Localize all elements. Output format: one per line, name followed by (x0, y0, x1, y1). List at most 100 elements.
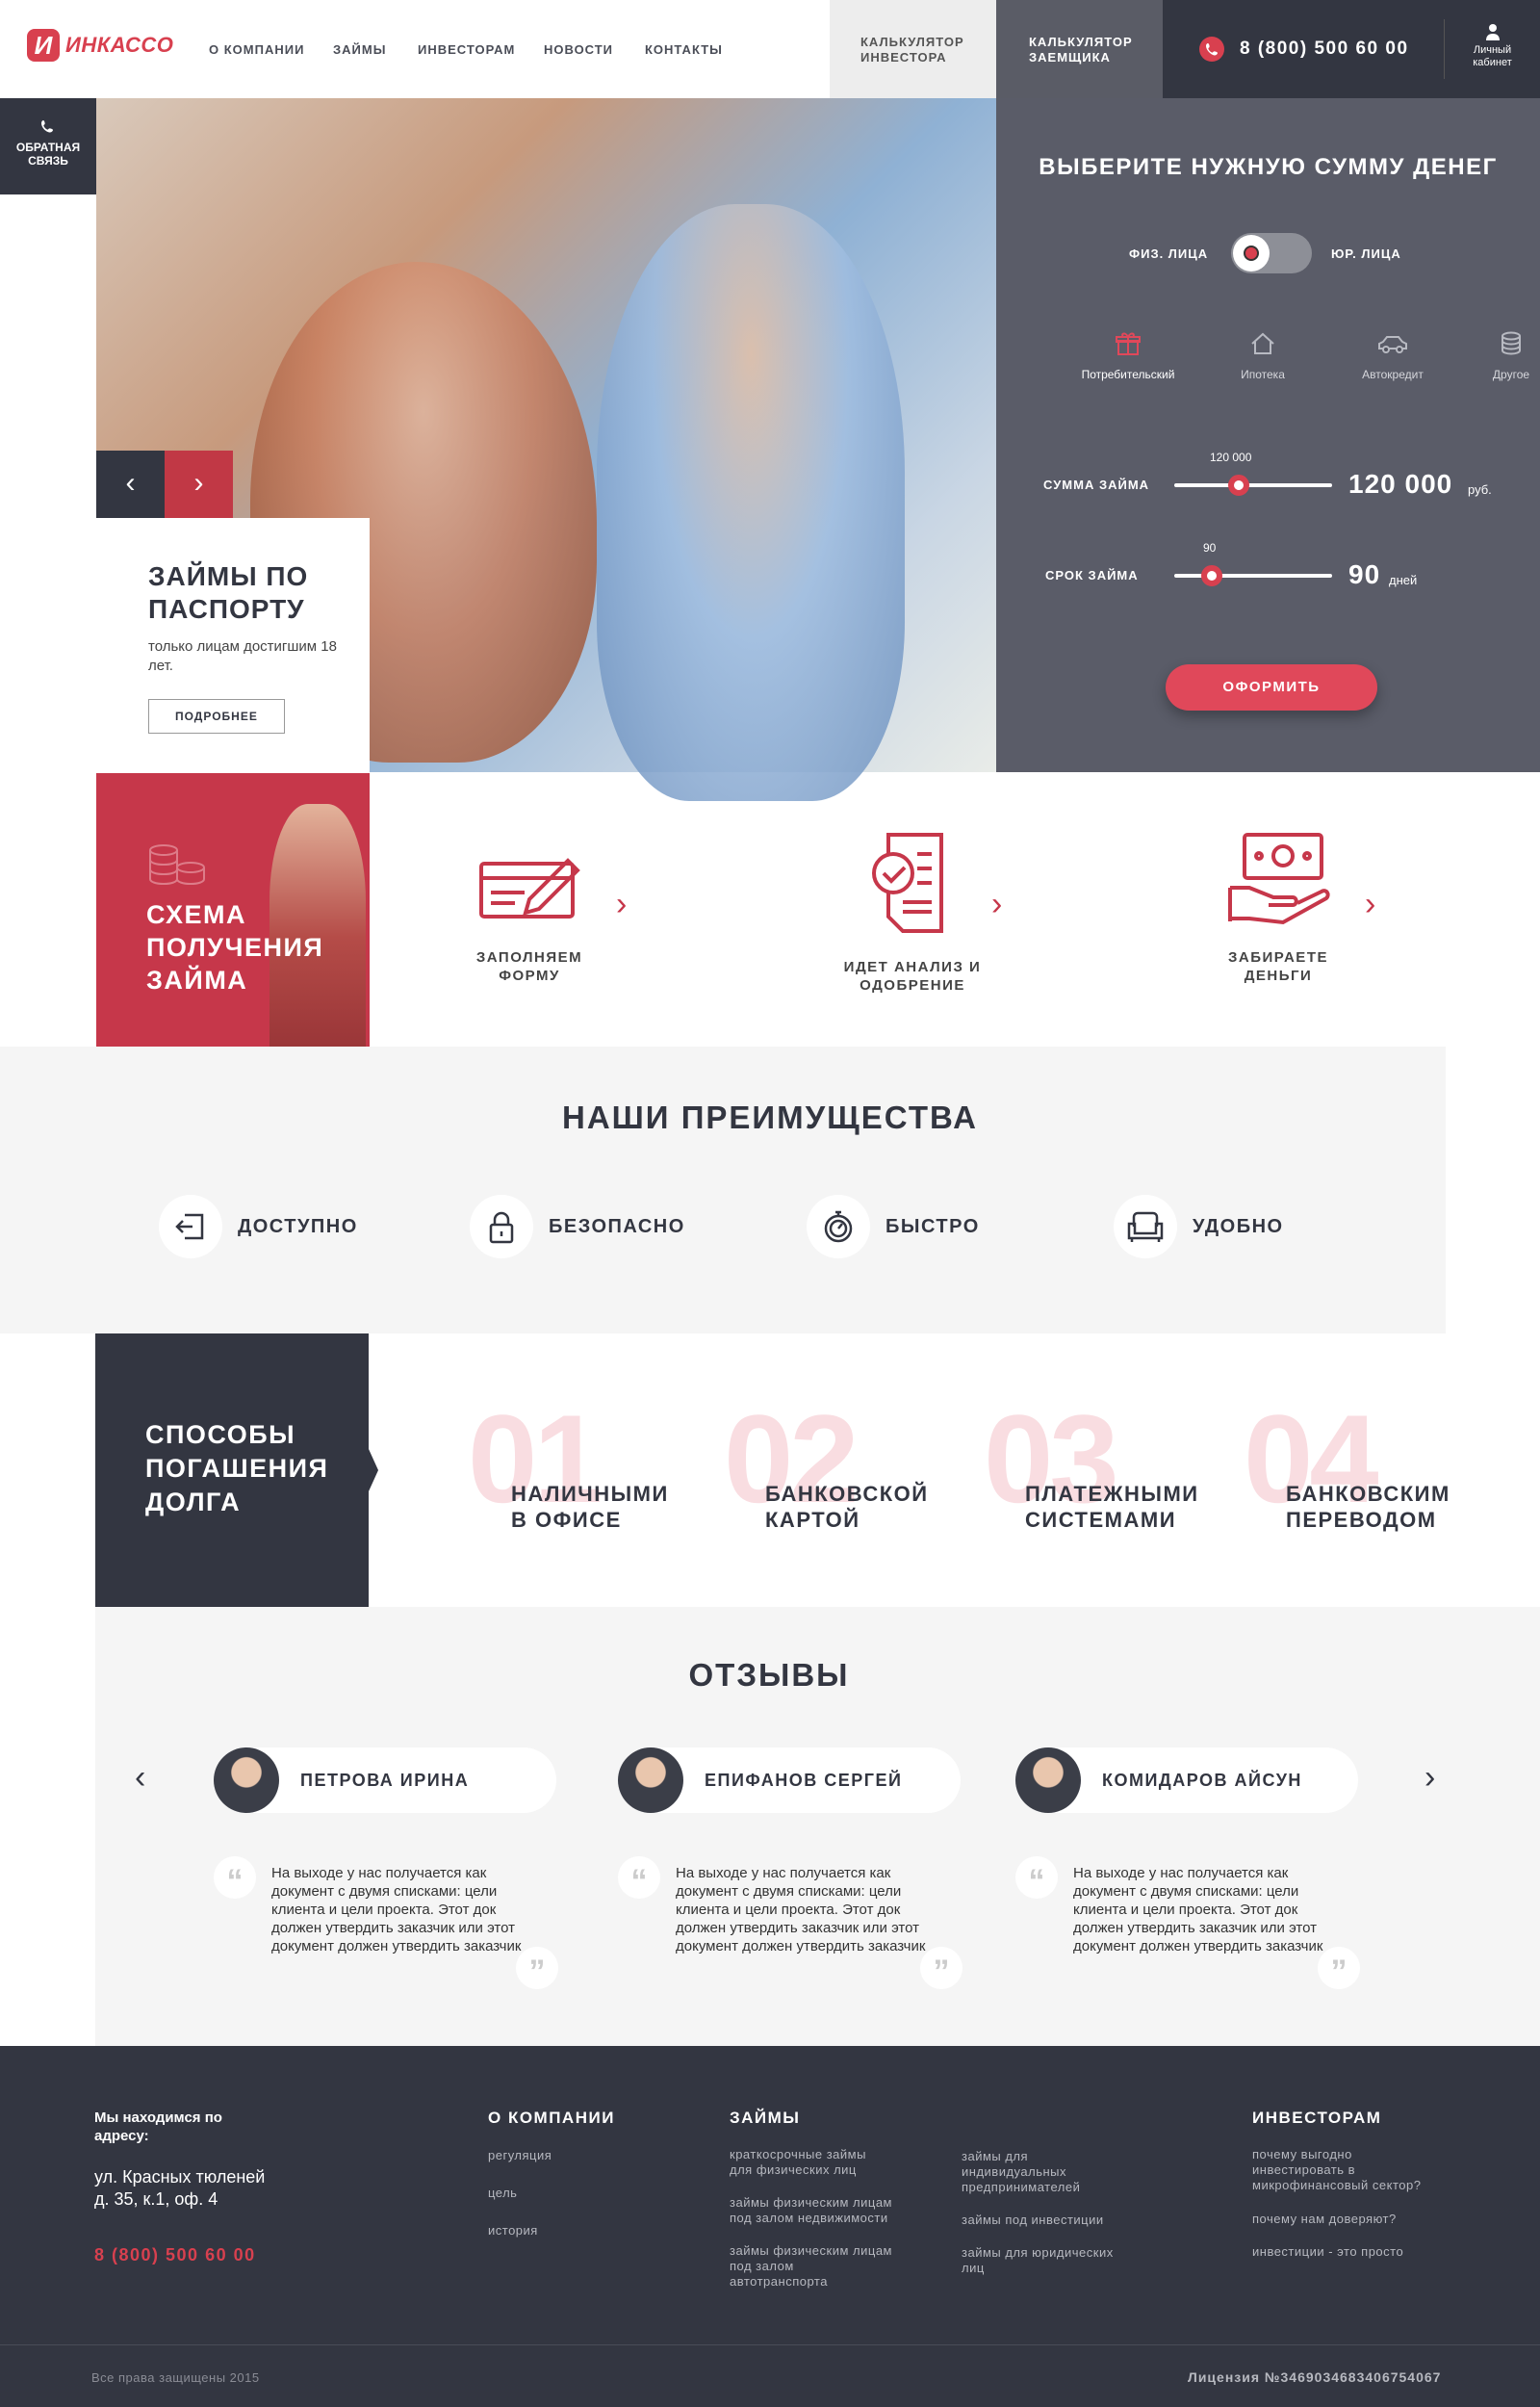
footer-address-title: Мы находимся по адресу: (94, 2109, 222, 2145)
amount-slider-track[interactable] (1174, 483, 1332, 487)
footer-link-line: предпринимателей (962, 2180, 1081, 2194)
slider-prev-button[interactable]: ‹ (96, 451, 165, 518)
review-text: На выходе у нас получается как документ … (271, 1865, 522, 1954)
loan-scheme-block: СХЕМА ПОЛУЧЕНИЯ ЗАЙМА (96, 773, 370, 1047)
repay-transfer-line2: ПЕРЕВОДОМ (1286, 1508, 1437, 1532)
phone-icon[interactable] (1199, 37, 1224, 62)
hero-subtitle: только лицам достигшим 18 лет. (148, 638, 337, 674)
quote-close-icon: ” (516, 1947, 558, 1990)
repayment-block: СПОСОБЫ ПОГАШЕНИЯ ДОЛГА (95, 1333, 378, 1607)
nav-about[interactable]: О КОМПАНИИ (209, 42, 304, 57)
lock-icon (470, 1195, 533, 1258)
footer-link[interactable]: регуляция (488, 2148, 552, 2163)
term-slider-thumb[interactable] (1201, 565, 1223, 586)
repay-card-line2: КАРТОЙ (765, 1508, 860, 1532)
amount-label: СУММА ЗАЙМА (1043, 478, 1150, 492)
footer-link[interactable]: займы физическим лицам под залом автотранс… (730, 2243, 892, 2290)
scheme-step-form: ЗАПОЛНЯЕМ ФОРМУ (424, 830, 635, 985)
footer-company-title: О КОМПАНИИ (488, 2109, 615, 2127)
repay-pointer (369, 1449, 378, 1491)
step-analysis-line1: ИДЕТ АНАЛИЗ И (843, 959, 982, 975)
slider-next-button[interactable]: › (165, 451, 233, 518)
hero-photo-man (597, 204, 905, 801)
reviews-next-chevron-icon[interactable]: › (1424, 1759, 1435, 1797)
type-auto[interactable]: Автокредит (1325, 329, 1460, 381)
reviews-title: ОТЗЫВЫ (688, 1657, 850, 1693)
tab-borrower-calculator[interactable]: КАЛЬКУЛЯТОР ЗАЕМЩИКА (996, 0, 1163, 98)
form-edit-icon (424, 830, 635, 931)
logo[interactable]: И ИНКАССО (27, 29, 173, 62)
header-phone[interactable]: 8 (800) 500 60 00 (1240, 39, 1409, 60)
footer-link[interactable]: почему выгодно инвестировать в микрофинанс… (1252, 2147, 1421, 2193)
repay-title-line2: ПОГАШЕНИЯ (145, 1454, 329, 1483)
avatar (214, 1747, 279, 1813)
footer-phone[interactable]: 8 (800) 500 60 00 (94, 2245, 256, 2265)
step-analysis-label: ИДЕТ АНАЛИЗ И ОДОБРЕНИЕ (807, 958, 1018, 995)
advantage-available: ДОСТУПНО (159, 1195, 358, 1258)
step-money-line2: ДЕНЬГИ (1244, 968, 1313, 984)
footer-link[interactable]: история (488, 2223, 538, 2239)
footer-link-line: микрофинансовый сектор? (1252, 2178, 1422, 2192)
step-analysis-line2: ОДОБРЕНИЕ (860, 977, 965, 994)
repay-title-line3: ДОЛГА (145, 1488, 242, 1516)
tab-investor-line2: ИНВЕСТОРА (860, 50, 947, 65)
tab-investor-calculator[interactable]: КАЛЬКУЛЯТОР ИНВЕСТОРА (830, 0, 996, 98)
more-button[interactable]: ПОДРОБНЕЕ (148, 699, 285, 734)
term-tick: 90 (1203, 541, 1217, 555)
nav-news[interactable]: НОВОСТИ (544, 42, 613, 57)
footer-link-line: лиц (962, 2261, 985, 2275)
review-author: ПЕТРОВА ИРИНА (214, 1747, 556, 1813)
type-auto-label: Автокредит (1362, 368, 1424, 381)
footer-link-line: индивидуальных (962, 2164, 1067, 2179)
type-mortgage[interactable]: Ипотека (1195, 329, 1330, 381)
footer-link[interactable]: займы под инвестиции (962, 2213, 1104, 2228)
review-author-name: ПЕТРОВА ИРИНА (300, 1770, 470, 1790)
reviews-prev-chevron-icon[interactable]: ‹ (135, 1759, 145, 1797)
chevron-right-icon: › (616, 886, 628, 922)
scheme-title-line1: СХЕМА (146, 900, 246, 929)
review-author: ЕПИФАНОВ СЕРГЕЙ (618, 1747, 961, 1813)
nav-loans[interactable]: ЗАЙМЫ (333, 42, 386, 57)
nav-investors[interactable]: ИНВЕСТОРАМ (418, 42, 515, 57)
type-consumer[interactable]: Потребительский (1061, 329, 1195, 381)
footer-link[interactable]: инвестиции - это просто (1252, 2244, 1403, 2260)
footer-link-line: инвестиции - это просто (1252, 2244, 1404, 2259)
quote-close-icon: ” (1318, 1947, 1360, 1990)
money-hand-icon (1172, 830, 1384, 931)
footer-link-line: займы физическим лицам (730, 2243, 892, 2258)
advantage-convenient: УДОБНО (1114, 1195, 1284, 1258)
type-mortgage-label: Ипотека (1241, 368, 1285, 381)
personal-cabinet-button[interactable]: Личный кабинет (1444, 19, 1540, 79)
client-type-toggle[interactable] (1231, 233, 1312, 273)
coins-icon (1444, 329, 1540, 368)
footer-link[interactable]: займы физическим лицам под залом недвижим… (730, 2195, 892, 2226)
armchair-icon (1114, 1195, 1177, 1258)
nav-contacts[interactable]: КОНТАКТЫ (645, 42, 723, 57)
apply-button[interactable]: ОФОРМИТЬ (1166, 664, 1377, 711)
amount-slider-thumb[interactable] (1228, 475, 1250, 496)
coins-icon (146, 842, 208, 895)
quote-open-icon: “ (1015, 1856, 1058, 1900)
feedback-button[interactable]: ОБРАТНАЯ СВЯЗЬ (0, 98, 96, 194)
avatar (618, 1747, 683, 1813)
footer-link-line: займы физическим лицам (730, 2195, 892, 2210)
term-unit: дней (1389, 573, 1418, 587)
scheme-title-line3: ЗАЙМА (146, 966, 248, 995)
footer-link-line: под залом недвижимости (730, 2211, 888, 2225)
toggle-legal-label[interactable]: ЮР. ЛИЦА (1331, 246, 1401, 261)
type-other[interactable]: Другое (1444, 329, 1540, 381)
footer-link[interactable]: займы для индивидуальных предпринимателей (962, 2149, 1080, 2195)
amount-unit: руб. (1468, 482, 1492, 497)
toggle-individual-label[interactable]: ФИЗ. ЛИЦА (1129, 246, 1208, 261)
footer-link[interactable]: займы для юридических лиц (962, 2245, 1114, 2276)
advantage-fast: БЫСТРО (807, 1195, 980, 1258)
quote-open-icon: “ (214, 1856, 256, 1900)
term-slider-track[interactable] (1174, 574, 1332, 578)
repay-card-line1: БАНКОВСКОЙ (765, 1482, 929, 1506)
footer-link-line: под залом (730, 2259, 794, 2273)
footer-link[interactable]: почему нам доверяют? (1252, 2212, 1397, 2227)
repay-cash-line2: В ОФИСЕ (511, 1508, 622, 1532)
advantage-safe-label: БЕЗОПАСНО (549, 1215, 685, 1237)
footer-link[interactable]: краткосрочные займы для физических лиц (730, 2147, 866, 2178)
footer-link[interactable]: цель (488, 2186, 517, 2201)
